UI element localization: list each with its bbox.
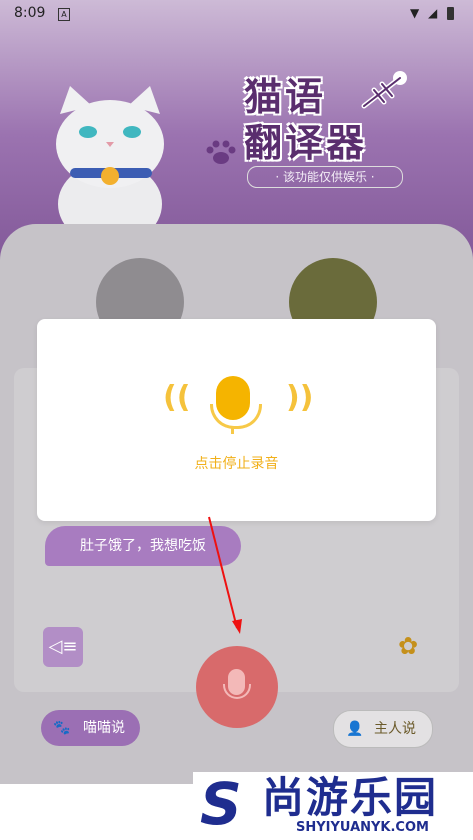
- annotation-arrow: [208, 516, 242, 634]
- watermark-url: SHYIYUANYK.COM: [296, 820, 429, 835]
- watermark-brand: 尚游乐园: [262, 773, 439, 822]
- watermark-logo: S: [200, 770, 242, 838]
